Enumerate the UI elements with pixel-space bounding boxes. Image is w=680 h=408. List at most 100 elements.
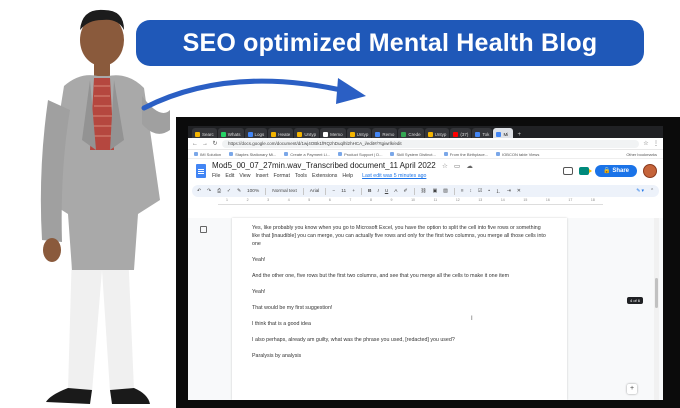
share-button[interactable]: 🔒 Share [595,165,637,177]
tab-favicon-icon [453,131,459,137]
menu-help[interactable]: Help [342,173,353,179]
browser-tab[interactable]: Memo [320,128,346,138]
transcript-paragraph[interactable]: I think that is a good idea [252,320,547,328]
font-select[interactable]: Arial [310,189,320,194]
comment-add-icon[interactable]: ▣ [433,189,438,194]
bookmark-item[interactable]: IMI Solution [194,152,221,157]
document-outline-icon[interactable] [200,226,207,233]
tab-favicon-icon [220,131,226,137]
indent-icon[interactable]: ⇥ [507,189,511,194]
browser-tab[interactable]: Untyp [346,128,372,138]
transcript-paragraph[interactable]: Paralysis by analysis [252,352,547,360]
browser-tab[interactable]: (37) [450,128,472,138]
star-icon[interactable]: ☆ [442,163,448,170]
menu-dots-icon[interactable]: ⋮ [653,140,659,147]
bold-icon[interactable]: B [368,189,371,194]
undo-icon[interactable]: ↶ [197,189,201,194]
editing-mode-icon[interactable]: ✎ ▾ [636,189,644,194]
line-spacing-icon[interactable]: ↕ [470,189,472,194]
ruler-tick: 15 [523,198,528,202]
menu-insert[interactable]: Insert [255,173,268,179]
clear-format-icon[interactable]: ✕ [517,189,521,194]
bookmark-item[interactable]: Staples Stationary Mi... [229,152,276,157]
bookmark-item[interactable]: Skill System Distinct... [390,152,436,157]
bookmark-item[interactable]: IOBCON table Views [496,152,539,157]
transcript-paragraph[interactable]: Yes, like probably you know when you go … [252,224,547,248]
align-icon[interactable]: ≡ [461,189,464,194]
zoom-select[interactable]: 100% [247,189,259,194]
text-color-icon[interactable]: A [394,189,397,194]
document-page[interactable]: Yes, like probably you know when you go … [232,218,567,400]
reload-icon[interactable]: ↻ [212,140,218,147]
url-input[interactable]: https://docs.google.com/document/d/1wj4O… [222,139,639,148]
back-icon[interactable]: ← [192,141,198,147]
bookmark-icon [194,152,198,156]
browser-tab[interactable]: Crede [398,128,424,138]
cloud-status-icon[interactable]: ☁ [466,163,473,170]
menu-extensions[interactable]: Extensions [312,173,337,179]
browser-tab[interactable]: Tok [472,128,493,138]
menu-file[interactable]: File [212,173,220,179]
transcript-paragraph[interactable]: That would be my first suggestion! [252,304,547,312]
browser-tab-active[interactable]: Mi [493,128,514,138]
google-docs-icon[interactable] [196,164,206,178]
paint-format-icon[interactable]: ✎ [237,189,241,194]
browser-tab[interactable]: Untyp [424,128,450,138]
avatar[interactable] [643,164,657,178]
ruler-tick: 2 [246,198,249,202]
bookmark-item[interactable]: Product Support | D... [338,152,382,157]
numbered-list-icon[interactable]: ⒈ [496,188,501,195]
checklist-icon[interactable]: ☑ [478,189,482,194]
bookmark-icon [390,152,395,156]
move-folder-icon[interactable]: ▭ [454,163,460,170]
transcript-paragraph[interactable]: I also perhaps, already am guilty, what … [252,336,547,344]
tab-favicon-icon [297,131,303,137]
font-size-decrease-icon[interactable]: − [332,189,335,194]
toolbar-divider [413,187,415,195]
bookmark-item[interactable]: From the Birthplace... [443,152,488,157]
underline-icon[interactable]: U [385,189,388,194]
bulleted-list-icon[interactable]: • [488,189,490,194]
meet-icon[interactable] [579,167,593,175]
bookmark-item[interactable]: Create a Payment Li... [284,152,330,157]
redo-icon[interactable]: ↷ [207,189,211,194]
menu-format[interactable]: Format [273,173,289,179]
scrollbar-thumb[interactable] [655,278,658,308]
ruler-tick: 1 [226,198,228,202]
new-tab-button[interactable]: + [514,132,524,138]
star-icon[interactable]: ☆ [643,140,649,147]
vertical-scrollbar[interactable] [654,218,659,400]
image-icon[interactable]: ▨ [443,189,448,194]
bookmark-icon [338,152,343,156]
ruler-tick: 17 [568,198,573,202]
browser-tab[interactable]: Untyp [294,128,320,138]
font-size-input[interactable]: 11 [341,189,346,194]
browser-tab[interactable]: Searc [192,128,217,138]
other-bookmarks[interactable]: Other bookmarks [626,152,657,157]
browser-tab[interactable]: Logs [244,128,268,138]
menu-tools[interactable]: Tools [295,173,307,179]
comments-icon[interactable] [563,167,574,175]
highlight-icon[interactable]: ✐ [403,189,407,194]
browser-tab[interactable]: Remo [372,128,398,138]
transcript-paragraph[interactable]: And the other one, five rows but the fir… [252,272,547,280]
browser-tab[interactable]: Heate [268,128,294,138]
collapse-toolbar-icon[interactable]: ⌃ [650,189,654,194]
forward-icon[interactable]: → [202,141,208,147]
print-icon[interactable]: ⎙ [217,188,221,194]
menu-view[interactable]: View [239,173,250,179]
ruler[interactable]: 1 2 3 4 5 6 7 8 9 10 11 12 13 14 15 16 1… [218,198,603,205]
font-size-increase-icon[interactable]: + [352,189,355,194]
link-icon[interactable]: ⛓ [421,189,427,194]
last-edit-link[interactable]: Last edit was 5 minutes ago [362,173,426,179]
browser-tab[interactable]: Whats [217,128,244,138]
transcript-paragraph[interactable]: Yeah! [252,288,547,296]
menu-edit[interactable]: Edit [225,173,234,179]
transcript-paragraph[interactable]: Yeah! [252,256,547,264]
document-title[interactable]: Mod5_00_07_27min.wav_Transcribed documen… [212,161,436,170]
spellcheck-icon[interactable]: ✓ [227,189,231,194]
explore-button[interactable]: + [627,384,637,394]
italic-icon[interactable]: I [377,189,378,194]
ruler-tick: 6 [328,198,331,202]
style-select[interactable]: Normal text [272,189,297,194]
